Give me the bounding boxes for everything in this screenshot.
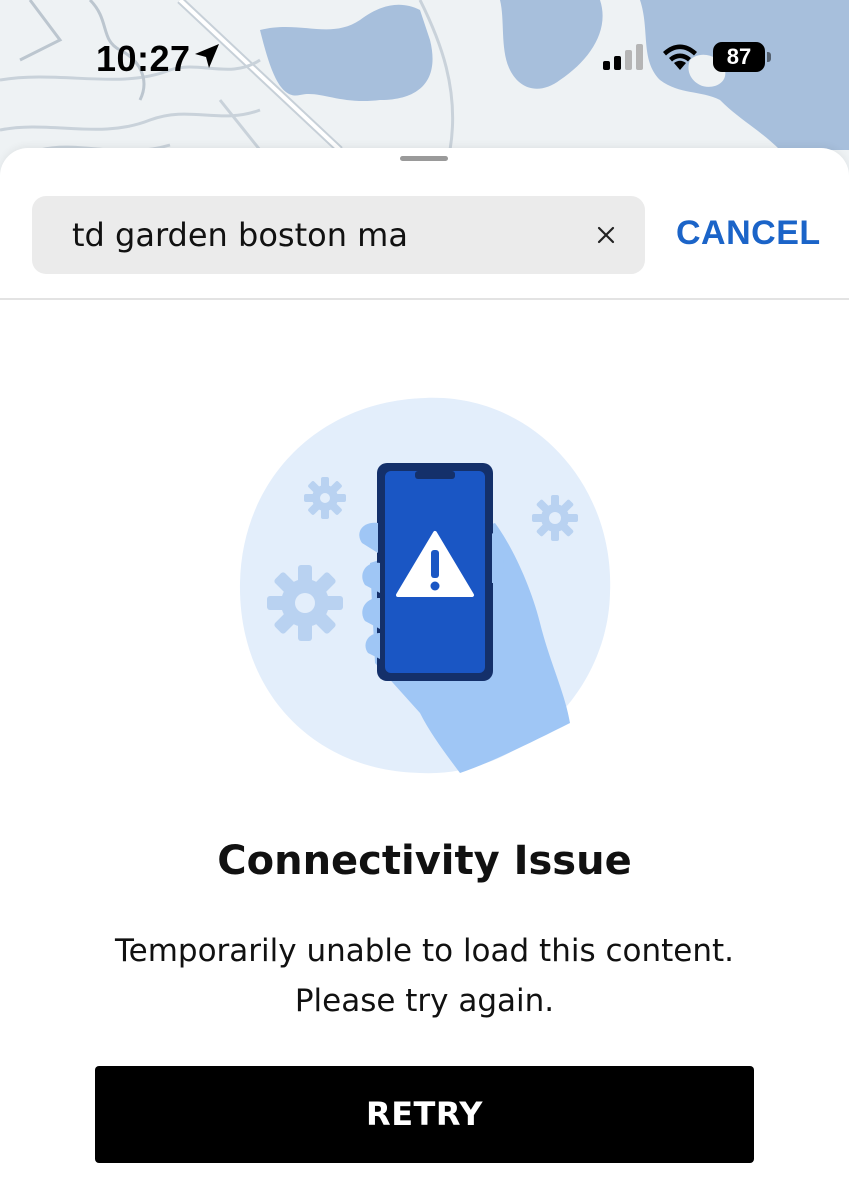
wifi-icon	[663, 44, 697, 70]
location-arrow-icon	[195, 44, 219, 68]
sheet-grabber-handle[interactable]	[400, 156, 448, 161]
search-box[interactable]	[32, 196, 645, 274]
app-screen: 10:27 87 CANCEL	[0, 0, 849, 1200]
error-message-line2: Please try again.	[294, 983, 555, 1019]
status-bar: 10:27 87	[0, 0, 849, 120]
error-message: Temporarily unable to load this content.…	[0, 926, 849, 1026]
close-icon[interactable]	[594, 223, 618, 247]
battery-level: 87	[713, 42, 765, 72]
battery-indicator: 87	[713, 42, 771, 72]
bottom-sheet: CANCEL	[0, 148, 849, 1200]
phone-warning-illustration	[239, 397, 611, 774]
search-input[interactable]	[72, 196, 572, 274]
cancel-button[interactable]: CANCEL	[676, 214, 821, 253]
cellular-signal-icon	[603, 44, 643, 70]
battery-cap	[767, 52, 771, 62]
gear-icon	[304, 477, 346, 519]
divider	[0, 298, 849, 300]
status-time: 10:27	[96, 38, 191, 79]
error-message-line1: Temporarily unable to load this content.	[114, 933, 735, 969]
error-title: Connectivity Issue	[217, 838, 632, 884]
retry-button[interactable]: RETRY	[95, 1066, 754, 1163]
